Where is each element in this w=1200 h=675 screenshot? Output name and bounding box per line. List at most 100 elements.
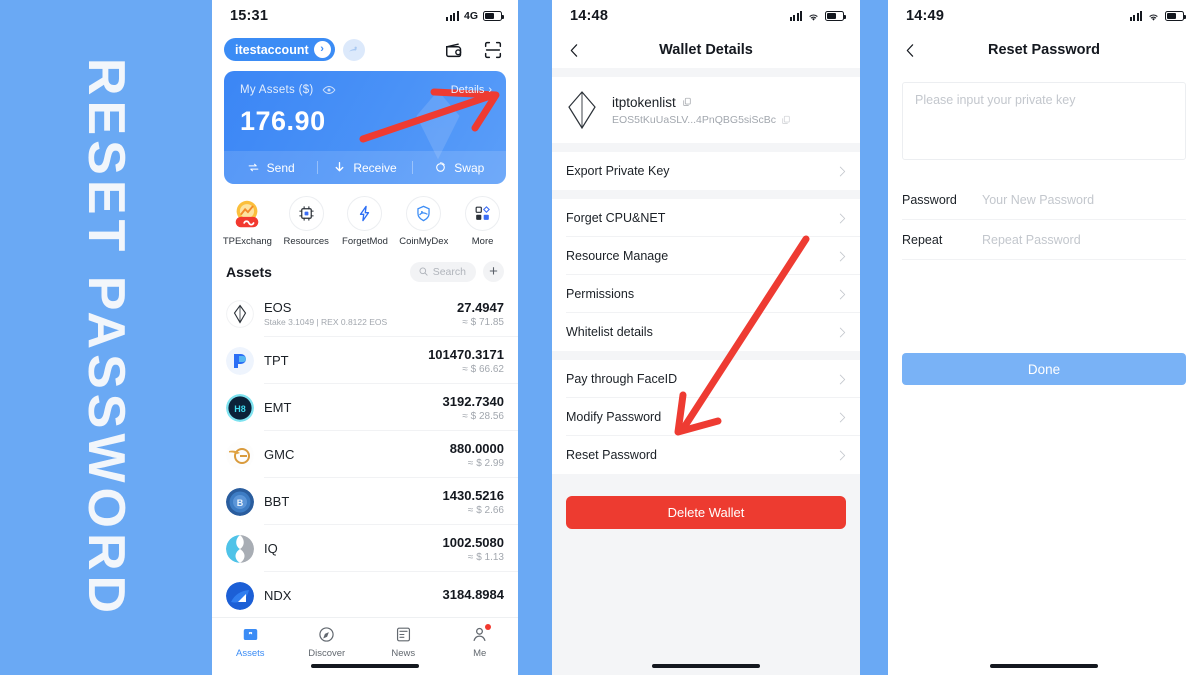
row-permissions[interactable]: Permissions bbox=[552, 275, 860, 313]
chevron-right-icon bbox=[839, 374, 846, 384]
table-row[interactable]: GMC 880.0000 ≈ $ 2.99 bbox=[212, 431, 518, 478]
bbt-token-icon: B bbox=[226, 487, 254, 516]
home-indicator bbox=[652, 664, 760, 668]
table-row[interactable]: EOS Stake 3.1049 | REX 0.8122 EOS 27.494… bbox=[212, 290, 518, 337]
delete-wallet-button[interactable]: Delete Wallet bbox=[566, 496, 846, 529]
quick-action-more[interactable]: More bbox=[453, 196, 512, 247]
left-banner: RESET PASSWORD bbox=[0, 0, 212, 675]
row-whitelist-details[interactable]: Whitelist details bbox=[552, 313, 860, 351]
token-amount: 1430.5216 bbox=[442, 487, 504, 503]
send-swap-icon bbox=[248, 163, 259, 172]
table-row[interactable]: B BBT 1430.5216 ≈ $ 2.66 bbox=[212, 478, 518, 525]
row-label: Permissions bbox=[566, 287, 635, 301]
send-button[interactable]: Send bbox=[224, 161, 317, 175]
table-row[interactable]: NDX 3184.8984 bbox=[212, 572, 518, 619]
password-field-row[interactable]: Password Your New Password bbox=[902, 180, 1186, 220]
signal-bars-icon bbox=[789, 11, 802, 21]
token-amount: 3184.8984 bbox=[442, 587, 504, 602]
search-input[interactable]: Search bbox=[409, 261, 476, 282]
row-reset-password[interactable]: Reset Password bbox=[552, 436, 860, 474]
wallet-public-key: EOS5tKuUaSLV...4PnQBG5siScBc bbox=[612, 113, 777, 126]
done-button[interactable]: Done bbox=[902, 353, 1186, 385]
emt-token-icon: H8 bbox=[226, 393, 254, 422]
table-row[interactable]: IQ 1002.5080 ≈ $ 1.13 bbox=[212, 525, 518, 572]
gmc-token-icon bbox=[226, 440, 254, 469]
asset-list: EOS Stake 3.1049 | REX 0.8122 EOS 27.494… bbox=[212, 290, 518, 619]
tab-news[interactable]: News bbox=[365, 625, 442, 659]
eye-icon[interactable] bbox=[322, 83, 336, 97]
grid-more-icon bbox=[465, 196, 501, 231]
chevron-right-icon: › bbox=[488, 84, 492, 96]
quick-action-forgetmode[interactable]: ForgetMod bbox=[336, 196, 395, 247]
card-details-link[interactable]: Details › bbox=[451, 84, 492, 96]
wallet-name: itptokenlist bbox=[612, 94, 676, 110]
chevron-right-icon bbox=[839, 213, 846, 223]
banner-title: RESET PASSWORD bbox=[77, 57, 135, 618]
table-row[interactable]: TPT 101470.3171 ≈ $ 66.62 bbox=[212, 337, 518, 384]
token-amount: 27.4947 bbox=[457, 299, 504, 315]
token-usd-value: ≈ $ 1.13 bbox=[467, 551, 504, 563]
status-badge bbox=[485, 624, 492, 630]
private-key-textarea[interactable]: Please input your private key bbox=[902, 82, 1186, 160]
token-symbol: TPT bbox=[264, 353, 289, 368]
tab-label: Discover bbox=[308, 648, 346, 659]
token-usd-value: ≈ $ 66.62 bbox=[462, 363, 504, 375]
account-selector-pill[interactable]: itestaccount › bbox=[224, 38, 335, 61]
swap-button[interactable]: Swap bbox=[413, 161, 506, 175]
assets-title: Assets bbox=[226, 263, 272, 280]
signal-bars-icon bbox=[1129, 11, 1142, 21]
quick-action-coinmydex[interactable]: CoinMyDex bbox=[394, 196, 453, 247]
row-export-private-key[interactable]: Export Private Key bbox=[552, 152, 860, 190]
card-details-label: Details bbox=[450, 84, 485, 96]
battery-icon bbox=[825, 11, 846, 21]
total-balance-value: 176.90 bbox=[240, 106, 326, 136]
add-token-button[interactable]: + bbox=[483, 261, 504, 282]
wallet-camera-icon[interactable] bbox=[444, 39, 466, 61]
phone-screen-reset-password: 14:49 Reset Password Please input your p… bbox=[888, 0, 1200, 675]
row-pay-through-faceid[interactable]: Pay through FaceID bbox=[552, 360, 860, 398]
avatar-glyph-icon bbox=[349, 46, 357, 52]
wifi-icon bbox=[809, 13, 818, 21]
row-resource-manage[interactable]: Resource Manage bbox=[552, 237, 860, 275]
search-placeholder: Search bbox=[432, 265, 466, 278]
token-symbol: EMT bbox=[264, 400, 292, 415]
assets-top-header: itestaccount › bbox=[212, 32, 518, 71]
chevron-right-icon bbox=[839, 166, 846, 176]
send-label: Send bbox=[266, 160, 295, 175]
wallet-identity-card[interactable]: itptokenlist EOS5tKuUaSLV...4PnQBG5siScB… bbox=[552, 77, 860, 143]
eos-token-icon bbox=[226, 299, 254, 328]
phone-screen-wallet-details: 14:48 Wallet Details itptokenlist EOS5tK… bbox=[552, 0, 860, 675]
tab-me[interactable]: Me bbox=[442, 624, 519, 659]
chevron-right-icon bbox=[839, 289, 846, 299]
settings-group-security: Pay through FaceID Modify Password Reset… bbox=[552, 360, 860, 474]
quick-action-resources[interactable]: Resources bbox=[277, 196, 336, 247]
row-modify-password[interactable]: Modify Password bbox=[552, 398, 860, 436]
compass-icon bbox=[317, 625, 336, 644]
private-key-placeholder: Please input your private key bbox=[915, 93, 1076, 107]
tab-label: News bbox=[391, 648, 416, 659]
tab-assets[interactable]: Assets bbox=[212, 625, 289, 659]
scan-qr-icon[interactable] bbox=[482, 39, 504, 61]
receive-label: Receive bbox=[353, 160, 397, 175]
copy-icon[interactable] bbox=[682, 97, 692, 107]
table-row[interactable]: H8 EMT 3192.7340 ≈ $ 28.56 bbox=[212, 384, 518, 431]
shield-icon bbox=[406, 196, 442, 231]
swap-label: Swap bbox=[454, 160, 485, 175]
quick-action-tpexchange[interactable]: TPExchang bbox=[218, 196, 277, 247]
section-gap bbox=[552, 68, 860, 77]
row-label: Resource Manage bbox=[566, 249, 669, 263]
receive-button[interactable]: Receive bbox=[318, 161, 411, 175]
row-forget-cpu-net[interactable]: Forget CPU&NET bbox=[552, 199, 860, 237]
copy-icon[interactable] bbox=[781, 115, 791, 125]
assets-section-header: Assets Search + bbox=[212, 255, 518, 290]
page-title: Wallet Details bbox=[659, 42, 753, 58]
avatar[interactable] bbox=[342, 38, 365, 61]
quick-action-label: More bbox=[471, 236, 494, 247]
quick-action-label: Resources bbox=[283, 236, 329, 247]
tab-discover[interactable]: Discover bbox=[289, 625, 366, 659]
quick-action-label: TPExchang bbox=[222, 236, 272, 247]
repeat-password-field-row[interactable]: Repeat Repeat Password bbox=[902, 220, 1186, 260]
row-label: Whitelist details bbox=[566, 325, 653, 339]
signal-bars-icon bbox=[446, 11, 459, 21]
search-icon bbox=[419, 267, 428, 276]
